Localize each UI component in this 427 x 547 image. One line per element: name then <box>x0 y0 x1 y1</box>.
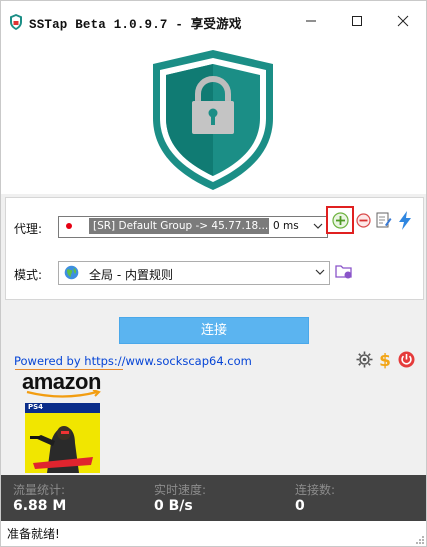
maximize-button[interactable] <box>334 1 380 41</box>
close-button[interactable] <box>380 1 426 41</box>
cyberpunk-cover-art <box>25 413 100 473</box>
powered-by-link[interactable]: Powered by https://www.sockscap64.com <box>14 354 252 368</box>
traffic-value: 6.88 M <box>13 498 67 514</box>
proxy-dropdown[interactable]: [SR] Default Group -> 45.77.18... 0 ms <box>58 216 328 238</box>
flash-speedtest-icon[interactable] <box>398 211 412 230</box>
status-bar: 准备就绪! <box>1 521 426 546</box>
mode-selected-value: 全局 - 内置规则 <box>89 268 173 282</box>
game-ad-cover[interactable]: PS4 <box>25 403 100 473</box>
minimize-button[interactable] <box>288 1 334 41</box>
chevron-down-icon <box>313 223 323 229</box>
ps4-label: PS4 <box>28 403 44 411</box>
amazon-smile-icon <box>26 390 101 398</box>
remove-proxy-icon[interactable] <box>356 213 371 228</box>
close-icon <box>397 15 409 27</box>
power-exit-icon[interactable] <box>398 351 415 368</box>
flag-japan-icon <box>66 223 72 229</box>
proxy-selected-name: [SR] Default Group -> 45.77.18... <box>93 220 269 232</box>
proxy-latency: 0 ms <box>273 220 299 232</box>
dollar-donate-icon[interactable]: $ <box>377 351 393 369</box>
settings-gear-icon[interactable] <box>356 351 373 368</box>
window-title: SSTap Beta 1.0.9.7 - 享受游戏 <box>29 16 242 32</box>
proxy-label: 代理: <box>14 222 43 236</box>
mode-rules-folder-icon[interactable] <box>335 263 353 279</box>
resize-grip-icon[interactable] <box>414 534 425 545</box>
mode-label: 模式: <box>14 268 43 282</box>
shield-lock-icon <box>153 50 273 190</box>
stats-bar: 流量统计: 6.88 M 实时速度: 0 B/s 连接数: 0 <box>1 475 426 521</box>
speed-label: 实时速度: <box>154 483 207 497</box>
connections-value: 0 <box>295 498 305 514</box>
edit-proxy-icon[interactable] <box>376 212 392 229</box>
minimize-icon <box>306 20 316 22</box>
maximize-icon <box>352 16 362 26</box>
speed-value: 0 B/s <box>154 498 193 514</box>
app-window: SSTap Beta 1.0.9.7 - 享受游戏 代理: [SR] Defau <box>0 0 427 547</box>
app-shield-icon <box>10 14 22 30</box>
header-banner <box>1 41 426 194</box>
ps4-banner: PS4 <box>25 403 100 413</box>
title-bar[interactable]: SSTap Beta 1.0.9.7 - 享受游戏 <box>1 1 426 41</box>
globe-icon <box>64 265 79 280</box>
traffic-label: 流量统计: <box>13 483 66 497</box>
connect-button[interactable]: 连接 <box>119 317 309 344</box>
settings-panel: 代理: [SR] Default Group -> 45.77.18... 0 … <box>5 197 424 300</box>
mode-dropdown[interactable]: 全局 - 内置规则 <box>58 261 330 285</box>
add-proxy-icon[interactable] <box>332 212 349 229</box>
status-text: 准备就绪! <box>7 527 60 541</box>
chevron-down-icon <box>315 269 325 275</box>
svg-text:$: $ <box>379 351 391 369</box>
connections-label: 连接数: <box>295 483 336 497</box>
